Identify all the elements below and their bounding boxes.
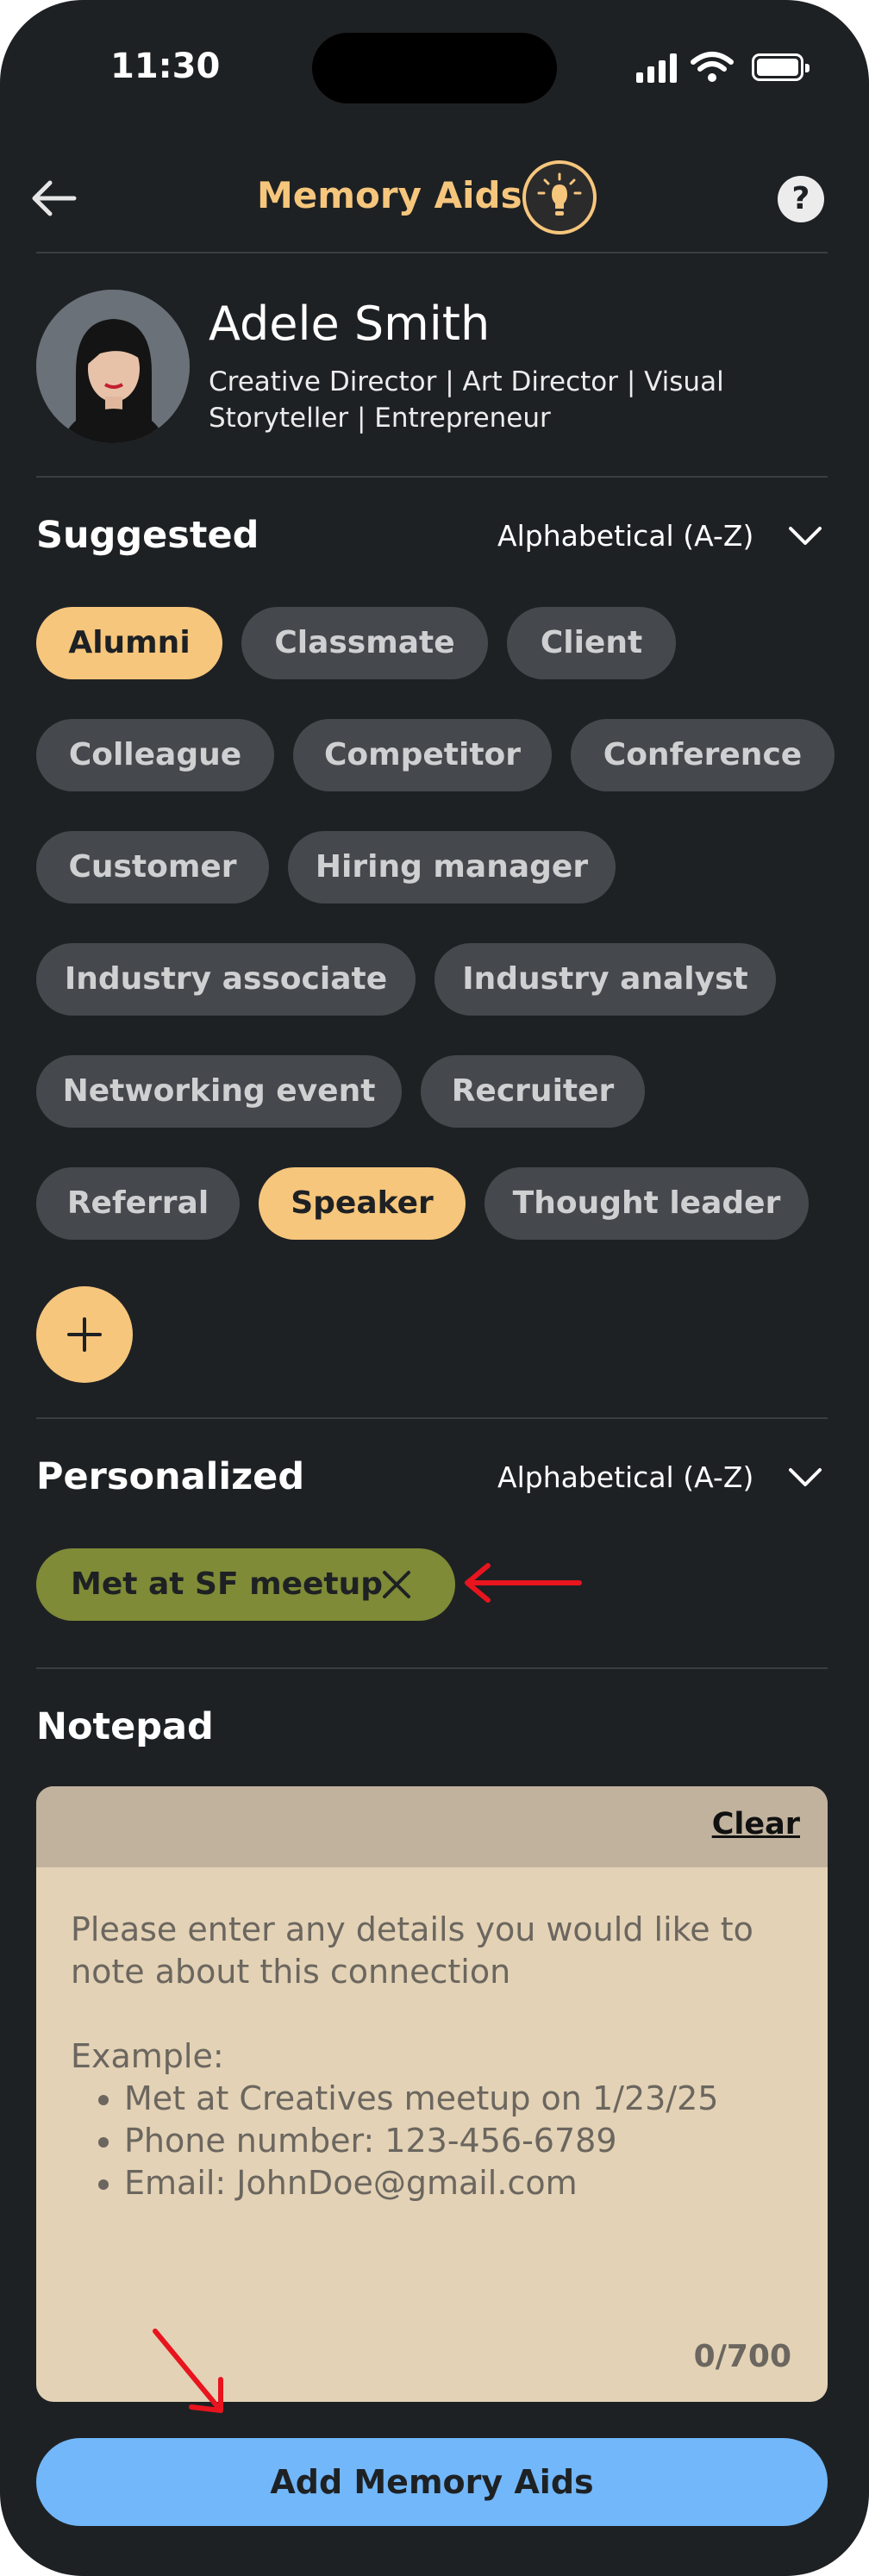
chip-client[interactable]: Client <box>507 607 676 679</box>
annotation-arrow-icon <box>153 2329 223 2413</box>
suggested-sort-select[interactable]: Alphabetical (A-Z) <box>497 519 753 553</box>
notepad-placeholder: Please enter any details you would like … <box>71 1909 795 2204</box>
chip-industry-associate[interactable]: Industry associate <box>36 943 416 1016</box>
back-arrow-icon[interactable] <box>29 178 78 219</box>
personal-chip-met-at-sf-meetup[interactable]: Met at SF meetup <box>36 1548 455 1621</box>
add-memory-aids-button[interactable]: Add Memory Aids <box>36 2438 828 2526</box>
chevron-down-icon[interactable] <box>788 526 822 547</box>
chip-referral[interactable]: Referral <box>36 1167 240 1240</box>
character-counter: 0/700 <box>693 2339 791 2374</box>
clear-button[interactable]: Clear <box>712 1807 800 1841</box>
chip-industry-analyst[interactable]: Industry analyst <box>434 943 776 1016</box>
chip-networking-event[interactable]: Networking event <box>36 1055 402 1128</box>
placeholder-example-label: Example: <box>71 2037 224 2075</box>
chip-hiring-manager[interactable]: Hiring manager <box>288 831 616 903</box>
profile-divider <box>36 476 828 478</box>
battery-icon <box>752 53 810 81</box>
placeholder-intro: Please enter any details you would like … <box>71 1910 753 1991</box>
chip-thought-leader[interactable]: Thought leader <box>485 1167 809 1240</box>
close-icon[interactable] <box>379 1567 414 1602</box>
list-item: Met at Creatives meetup on 1/23/25 <box>124 2078 795 2120</box>
list-item: Email: JohnDoe@gmail.com <box>124 2162 795 2204</box>
avatar <box>36 290 190 443</box>
profile-name: Adele Smith <box>209 297 491 351</box>
lightbulb-icon <box>522 160 597 234</box>
plus-icon <box>67 1317 102 1352</box>
list-item: Phone number: 123-456-6789 <box>124 2120 795 2162</box>
suggested-divider <box>36 1417 828 1419</box>
personalized-divider <box>36 1667 828 1669</box>
header-divider <box>36 252 828 253</box>
add-tag-button[interactable] <box>36 1286 133 1383</box>
suggested-title: Suggested <box>36 514 259 557</box>
chip-speaker[interactable]: Speaker <box>259 1167 466 1240</box>
chip-competitor[interactable]: Competitor <box>293 719 552 791</box>
signal-icon <box>636 53 678 83</box>
chip-conference[interactable]: Conference <box>571 719 835 791</box>
chevron-down-icon[interactable] <box>788 1467 822 1488</box>
dynamic-island <box>312 33 557 103</box>
notepad-toolbar <box>36 1786 828 1867</box>
personalized-sort-select[interactable]: Alphabetical (A-Z) <box>497 1460 753 1494</box>
status-time: 11:30 <box>110 47 221 86</box>
wifi-icon <box>691 52 734 82</box>
phone-screen: 11:30 Memory Aids ? Adele Smith Creative… <box>0 0 869 2576</box>
chip-recruiter[interactable]: Recruiter <box>421 1055 645 1128</box>
profile-headline: Creative Director | Art Director | Visua… <box>209 366 724 434</box>
help-button[interactable]: ? <box>778 176 824 222</box>
notepad-title: Notepad <box>36 1705 214 1748</box>
placeholder-example-list: Met at Creatives meetup on 1/23/25 Phone… <box>71 2078 795 2204</box>
notepad-textarea[interactable]: Clear Please enter any details you would… <box>36 1786 828 2402</box>
page-title: Memory Aids <box>257 174 522 216</box>
chip-colleague[interactable]: Colleague <box>36 719 274 791</box>
chip-customer[interactable]: Customer <box>36 831 269 903</box>
personal-chip-label: Met at SF meetup <box>71 1566 384 1602</box>
chip-classmate[interactable]: Classmate <box>241 607 488 679</box>
personalized-title: Personalized <box>36 1455 305 1498</box>
annotation-arrow-icon <box>465 1563 582 1603</box>
chip-alumni[interactable]: Alumni <box>36 607 222 679</box>
